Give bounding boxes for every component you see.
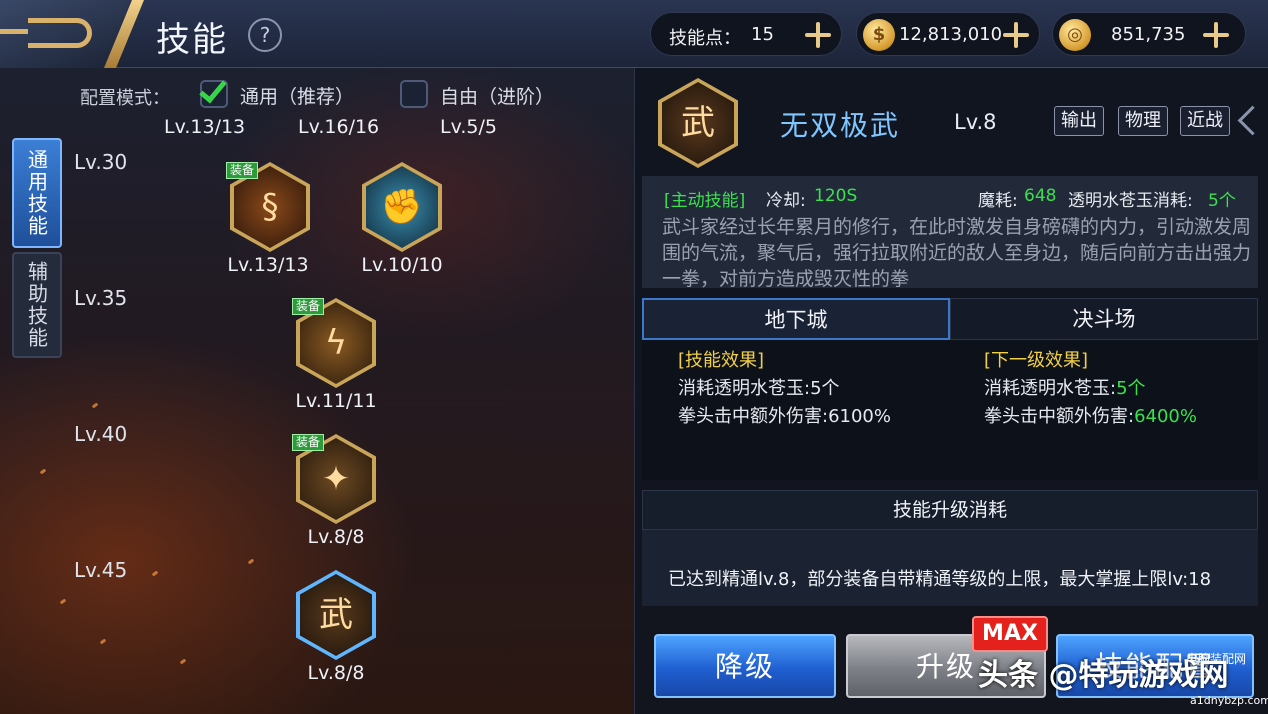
next-effect-label: 消耗透明水苍玉: bbox=[984, 378, 1117, 399]
tree-row-label: Lv.45 bbox=[74, 558, 128, 582]
tab-arena[interactable]: 决斗场 bbox=[950, 298, 1258, 340]
upgrade-cost-header: 技能升级消耗 bbox=[642, 490, 1258, 530]
cooldown-value: 120S bbox=[814, 186, 858, 206]
watermark-small: 电脑装配网 bbox=[1186, 652, 1247, 666]
watermark-small: a1dnybzp.com bbox=[1190, 694, 1268, 707]
equip-badge: 装备 bbox=[226, 162, 259, 179]
skill-slot[interactable]: ✦ 装备 bbox=[292, 434, 376, 524]
equip-badge: 装备 bbox=[292, 298, 325, 315]
upgrade-cost-text: 已达到精通lv.8，部分装备自带精通等级的上限，最大掌握上限lv:18 bbox=[668, 569, 1212, 590]
next-effect-value: 6400% bbox=[1134, 406, 1197, 427]
cooldown-label: 冷却: bbox=[766, 191, 806, 211]
tab-dungeon[interactable]: 地下城 bbox=[642, 298, 950, 340]
next-effect-label: 拳头击中额外伤害: bbox=[984, 406, 1135, 427]
free-mode-label[interactable]: 自由（进阶） bbox=[440, 82, 554, 109]
skill-level: Lv.8 bbox=[954, 110, 997, 134]
skill-slot[interactable]: ϟ 装备 bbox=[292, 298, 376, 388]
equip-badge: 装备 bbox=[292, 434, 325, 451]
skill-points-label: 技能点： bbox=[669, 28, 741, 49]
common-mode-checkbox[interactable] bbox=[199, 74, 228, 108]
mp-label: 魔耗: bbox=[978, 191, 1018, 211]
skill-name: 无双极武 bbox=[780, 109, 901, 142]
next-effect-value: 5个 bbox=[1116, 378, 1146, 399]
gold-coin-icon: $ bbox=[863, 19, 895, 51]
add-gold-plus-icon[interactable] bbox=[1003, 22, 1029, 48]
free-mode-checkbox[interactable] bbox=[400, 80, 428, 108]
skill-level-label: Lv.8/8 bbox=[307, 662, 365, 684]
coin-bag-icon: ◎ bbox=[1059, 19, 1091, 51]
next-effect-line: 拳头击中额外伤害:6400% bbox=[984, 402, 1197, 428]
tag-melee: 近战 bbox=[1180, 106, 1230, 136]
skill-description-box[interactable]: [主动技能] 冷却: 120S 魔耗: 648 透明水苍玉消耗: 5个 武斗家经… bbox=[642, 176, 1258, 288]
mode-count: Lv.5/5 bbox=[440, 116, 497, 138]
downgrade-button[interactable]: 降级 bbox=[654, 634, 836, 698]
skill-level-label: Lv.8/8 bbox=[307, 526, 365, 548]
chevron-left-icon[interactable] bbox=[1232, 102, 1260, 142]
skill-slot[interactable]: ✊ bbox=[362, 162, 442, 252]
skill-points-value: 15 bbox=[751, 24, 774, 45]
common-mode-label[interactable]: 通用（推荐） bbox=[240, 82, 354, 109]
max-badge: MAX bbox=[972, 616, 1048, 652]
tree-row-label: Lv.35 bbox=[74, 286, 128, 310]
tree-row-label: Lv.30 bbox=[74, 150, 128, 174]
coin-pill: ◎ 851,735 bbox=[1052, 12, 1246, 56]
tag-output: 输出 bbox=[1054, 106, 1104, 136]
page-title: 技能 bbox=[156, 20, 228, 60]
mode-count: Lv.13/13 bbox=[164, 116, 246, 138]
skill-slot[interactable]: § 装备 bbox=[226, 162, 310, 252]
add-skill-points-plus-icon[interactable] bbox=[805, 22, 831, 48]
coin-value: 851,735 bbox=[1111, 24, 1186, 45]
skill-level-label: Lv.10/10 bbox=[361, 254, 443, 276]
skill-points-pill: 技能点： 15 bbox=[650, 12, 842, 56]
gold-value: 12,813,010 bbox=[899, 24, 1003, 45]
skill-level-label: Lv.11/11 bbox=[295, 390, 377, 412]
fist-icon: ✊ bbox=[380, 187, 424, 227]
tab-common-skills[interactable]: 通用技能 bbox=[12, 138, 62, 248]
crystal-cost-label: 透明水苍玉消耗: bbox=[1068, 191, 1193, 211]
current-effect-title: [技能效果] bbox=[678, 350, 765, 371]
tab-support-skills[interactable]: 辅助技能 bbox=[12, 252, 62, 358]
help-icon[interactable]: ? bbox=[248, 18, 282, 52]
current-effect-line: 拳头击中额外伤害:6100% bbox=[678, 406, 891, 427]
mode-count: Lv.16/16 bbox=[298, 116, 380, 138]
martial-art-icon: 武 bbox=[681, 103, 715, 143]
skill-level-label: Lv.13/13 bbox=[227, 254, 309, 276]
gold-pill: $ 12,813,010 bbox=[856, 12, 1040, 56]
next-effect-title: [下一级效果] bbox=[984, 350, 1089, 371]
skill-slot-selected[interactable]: 武 bbox=[296, 570, 376, 660]
skill-description: 武斗家经过长年累月的修行，在此时激发自身磅礴的内力，引动激发周围的气流，聚气后，… bbox=[662, 216, 1252, 288]
current-effect-line: 消耗透明水苍玉:5个 bbox=[678, 378, 840, 399]
crystal-cost-value: 5个 bbox=[1208, 191, 1236, 211]
skill-type: [主动技能] bbox=[664, 191, 746, 211]
top-bar: 技能 ? 技能点： 15 $ 12,813,010 ◎ 851,735 bbox=[0, 0, 1268, 68]
mp-value: 648 bbox=[1024, 186, 1057, 206]
tag-physical: 物理 bbox=[1118, 106, 1168, 136]
add-coin-plus-icon[interactable] bbox=[1203, 22, 1229, 48]
config-mode-label: 配置模式： bbox=[80, 88, 170, 109]
back-icon bbox=[0, 18, 92, 48]
next-effect-line: 消耗透明水苍玉:5个 bbox=[984, 374, 1146, 400]
tree-row-label: Lv.40 bbox=[74, 422, 128, 446]
martial-art-icon: 武 bbox=[319, 595, 353, 635]
